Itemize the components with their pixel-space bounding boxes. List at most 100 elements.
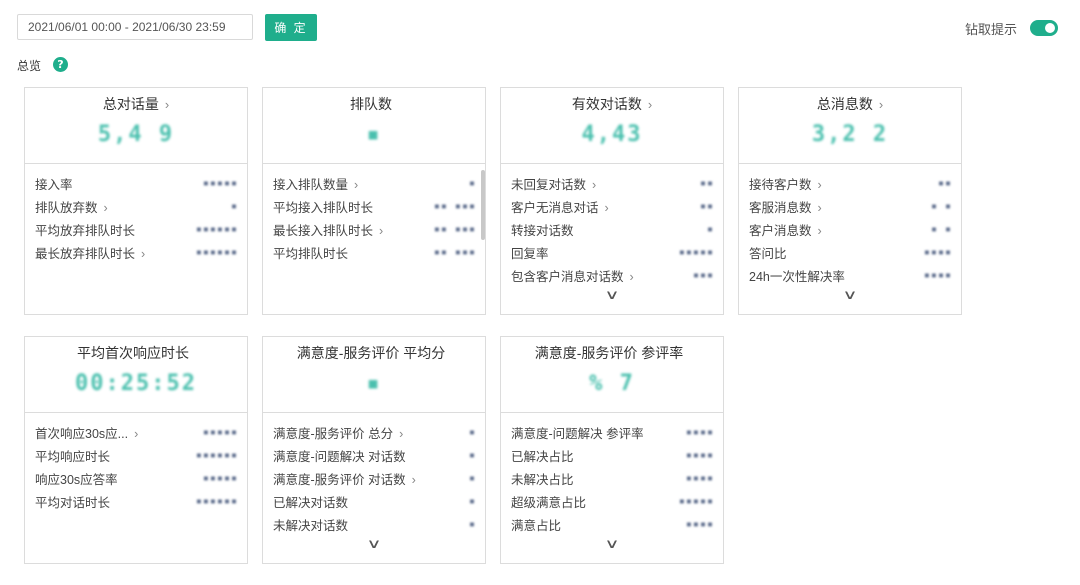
chevron-down-icon[interactable]: ∨ — [434, 536, 789, 552]
card-title[interactable]: 有效对话数 › — [501, 94, 723, 114]
metric-row: 24h一次性解决率 ▪▪▪▪ — [749, 264, 952, 287]
card-body: 接入率 ▪▪▪▪▪ 排队放弃数 › ▪ 平均放弃排队时长 ▪▪▪▪▪▪ 最长放弃排队时长… — [25, 164, 247, 322]
metric-row: 未回复对话数 › ▪▪ — [511, 172, 714, 195]
metric-value: ▪▪▪▪ — [685, 519, 714, 530]
metric-row: 未解决对话数 ▪ — [273, 513, 476, 536]
metric-card-satisfaction-rate: 满意度-服务评价 参评率 % 7 满意度-问题解决 参评率 ▪▪▪▪ 已解决占比 ▪… — [500, 336, 724, 564]
metric-label: 未解决占比 — [511, 473, 574, 487]
card-title[interactable]: 总对话量 › — [25, 94, 247, 114]
metric-label: 满意占比 — [511, 519, 562, 533]
card-header: 总对话量 › 5,4 9 — [25, 88, 247, 164]
metric-value: ▪▪▪▪▪ — [202, 473, 238, 484]
card-title[interactable]: 总消息数 › — [739, 94, 961, 114]
card-title-text: 有效对话数 — [571, 96, 642, 112]
chevron-right-icon[interactable]: › — [165, 97, 169, 112]
metric-card-queue-count: 排队数 ▪ 接入排队数量 › ▪ 平均接入排队时长 ▪▪ ▪▪▪ 最长接入排队时长 › ▪… — [262, 87, 486, 315]
metric-value: ▪ — [706, 224, 714, 235]
chevron-right-icon[interactable]: › — [818, 201, 822, 215]
metric-label: 满意度-问题解决 参评率 — [511, 427, 644, 441]
metric-row: 超级满意占比 ▪▪▪▪▪ — [511, 490, 714, 513]
metric-value: ▪▪▪▪▪▪ — [195, 496, 238, 507]
metric-label: 已解决占比 — [511, 450, 574, 464]
card-scrollbar[interactable] — [481, 170, 485, 240]
metric-label: 平均放弃排队时长 — [35, 224, 136, 238]
chevron-right-icon[interactable]: › — [592, 178, 596, 192]
card-value: ▪ — [366, 122, 382, 147]
date-range-input[interactable]: 2021/06/01 00:00 - 2021/06/30 23:59 — [17, 14, 253, 40]
chevron-right-icon[interactable]: › — [399, 427, 403, 441]
metric-row: 回复率 ▪▪▪▪▪ — [511, 241, 714, 264]
help-icon[interactable]: ? — [53, 57, 68, 72]
card-value: % 7 — [589, 371, 635, 396]
card-body: 接待客户数 › ▪▪ 客服消息数 › ▪ ▪ 客户消息数 › ▪ ▪ 答问比 ▪▪▪▪ 24h… — [739, 164, 961, 322]
metric-label: 最长放弃排队时长 › — [35, 247, 146, 261]
metric-value: ▪▪▪▪ — [923, 247, 952, 258]
metric-row: 客户无消息对话 › ▪▪ — [511, 195, 714, 218]
metric-value: ▪▪▪▪▪ — [202, 178, 238, 189]
metric-value: ▪▪ — [699, 178, 714, 189]
chevron-right-icon[interactable]: › — [630, 270, 634, 284]
metric-row: 排队放弃数 › ▪ — [35, 195, 238, 218]
drill-hint-toggle[interactable] — [1030, 20, 1058, 36]
confirm-button[interactable]: 确 定 — [265, 14, 317, 41]
chevron-right-icon[interactable]: › — [379, 224, 383, 238]
card-value: 5,4 9 — [97, 122, 175, 147]
metric-value: ▪▪ — [937, 178, 952, 189]
card-title-text: 满意度-服务评价 参评率 — [534, 345, 684, 361]
metric-value: ▪ — [468, 427, 476, 438]
metric-value: ▪ — [468, 519, 476, 530]
metric-value: ▪▪▪ — [692, 270, 714, 281]
metric-label: 未回复对话数 › — [511, 178, 597, 192]
metric-row: 满意度-问题解决 参评率 ▪▪▪▪ — [511, 421, 714, 444]
metric-label: 平均对话时长 — [35, 496, 111, 510]
metric-row: 包含客户消息对话数 › ▪▪▪ — [511, 264, 714, 287]
metric-card-satisfaction-avg: 满意度-服务评价 平均分 ▪ 满意度-服务评价 总分 › ▪ 满意度-问题解决 对话… — [262, 336, 486, 564]
metric-value: ▪ — [468, 450, 476, 461]
metric-row: 响应30s应答率 ▪▪▪▪▪ — [35, 467, 238, 490]
metric-row: 客服消息数 › ▪ ▪ — [749, 195, 952, 218]
chevron-right-icon[interactable]: › — [354, 178, 358, 192]
card-title: 平均首次响应时长 — [25, 343, 247, 363]
metric-card-total-conversations: 总对话量 › 5,4 9 接入率 ▪▪▪▪▪ 排队放弃数 › ▪ 平均放弃排队时长 ▪▪▪… — [24, 87, 248, 315]
card-body: 满意度-问题解决 参评率 ▪▪▪▪ 已解决占比 ▪▪▪▪ 未解决占比 ▪▪▪▪ 超级满… — [501, 413, 723, 571]
chevron-right-icon[interactable]: › — [879, 97, 883, 112]
card-header: 排队数 ▪ — [263, 88, 485, 164]
metric-row: 平均接入排队时长 ▪▪ ▪▪▪ — [273, 195, 476, 218]
metric-label: 未解决对话数 — [273, 519, 349, 533]
metric-label: 平均排队时长 — [273, 247, 349, 261]
metric-row: 接入率 ▪▪▪▪▪ — [35, 172, 238, 195]
metric-label: 平均响应时长 — [35, 450, 111, 464]
chevron-right-icon[interactable]: › — [605, 201, 609, 215]
metric-row: 接待客户数 › ▪▪ — [749, 172, 952, 195]
metric-row: 平均对话时长 ▪▪▪▪▪▪ — [35, 490, 238, 513]
chevron-right-icon[interactable]: › — [141, 247, 145, 261]
chevron-right-icon[interactable]: › — [818, 178, 822, 192]
overview-label: 总览 — [17, 59, 42, 73]
metric-label: 客服消息数 › — [749, 201, 822, 215]
chevron-right-icon[interactable]: › — [134, 427, 138, 441]
card-header: 总消息数 › 3,2 2 — [739, 88, 961, 164]
chevron-right-icon[interactable]: › — [818, 224, 822, 238]
metric-label: 回复率 — [511, 247, 549, 261]
metric-label: 接入率 — [35, 178, 73, 192]
metric-value: ▪ — [230, 201, 238, 212]
card-title-text: 总消息数 — [816, 96, 873, 112]
chevron-right-icon[interactable]: › — [648, 97, 652, 112]
metric-row: 平均放弃排队时长 ▪▪▪▪▪▪ — [35, 218, 238, 241]
metric-label: 客户无消息对话 › — [511, 201, 609, 215]
card-title: 排队数 — [263, 94, 485, 114]
card-header: 平均首次响应时长 00:25:52 — [25, 337, 247, 413]
metric-value: ▪▪ ▪▪▪ — [433, 247, 476, 258]
metric-label: 24h一次性解决率 — [749, 270, 845, 284]
chevron-right-icon[interactable]: › — [104, 201, 108, 215]
metric-value: ▪▪▪▪▪▪ — [195, 247, 238, 258]
metric-value: ▪ ▪ — [930, 224, 952, 235]
chevron-right-icon[interactable]: › — [412, 473, 416, 487]
metric-row: 接入排队数量 › ▪ — [273, 172, 476, 195]
chevron-down-icon[interactable]: ∨ — [672, 287, 1027, 303]
metric-label: 满意度-问题解决 对话数 — [273, 450, 406, 464]
metric-label: 客户消息数 › — [749, 224, 822, 238]
metric-value: ▪▪▪▪ — [685, 473, 714, 484]
metric-value: ▪ — [468, 178, 476, 189]
metric-label: 排队放弃数 › — [35, 201, 108, 215]
